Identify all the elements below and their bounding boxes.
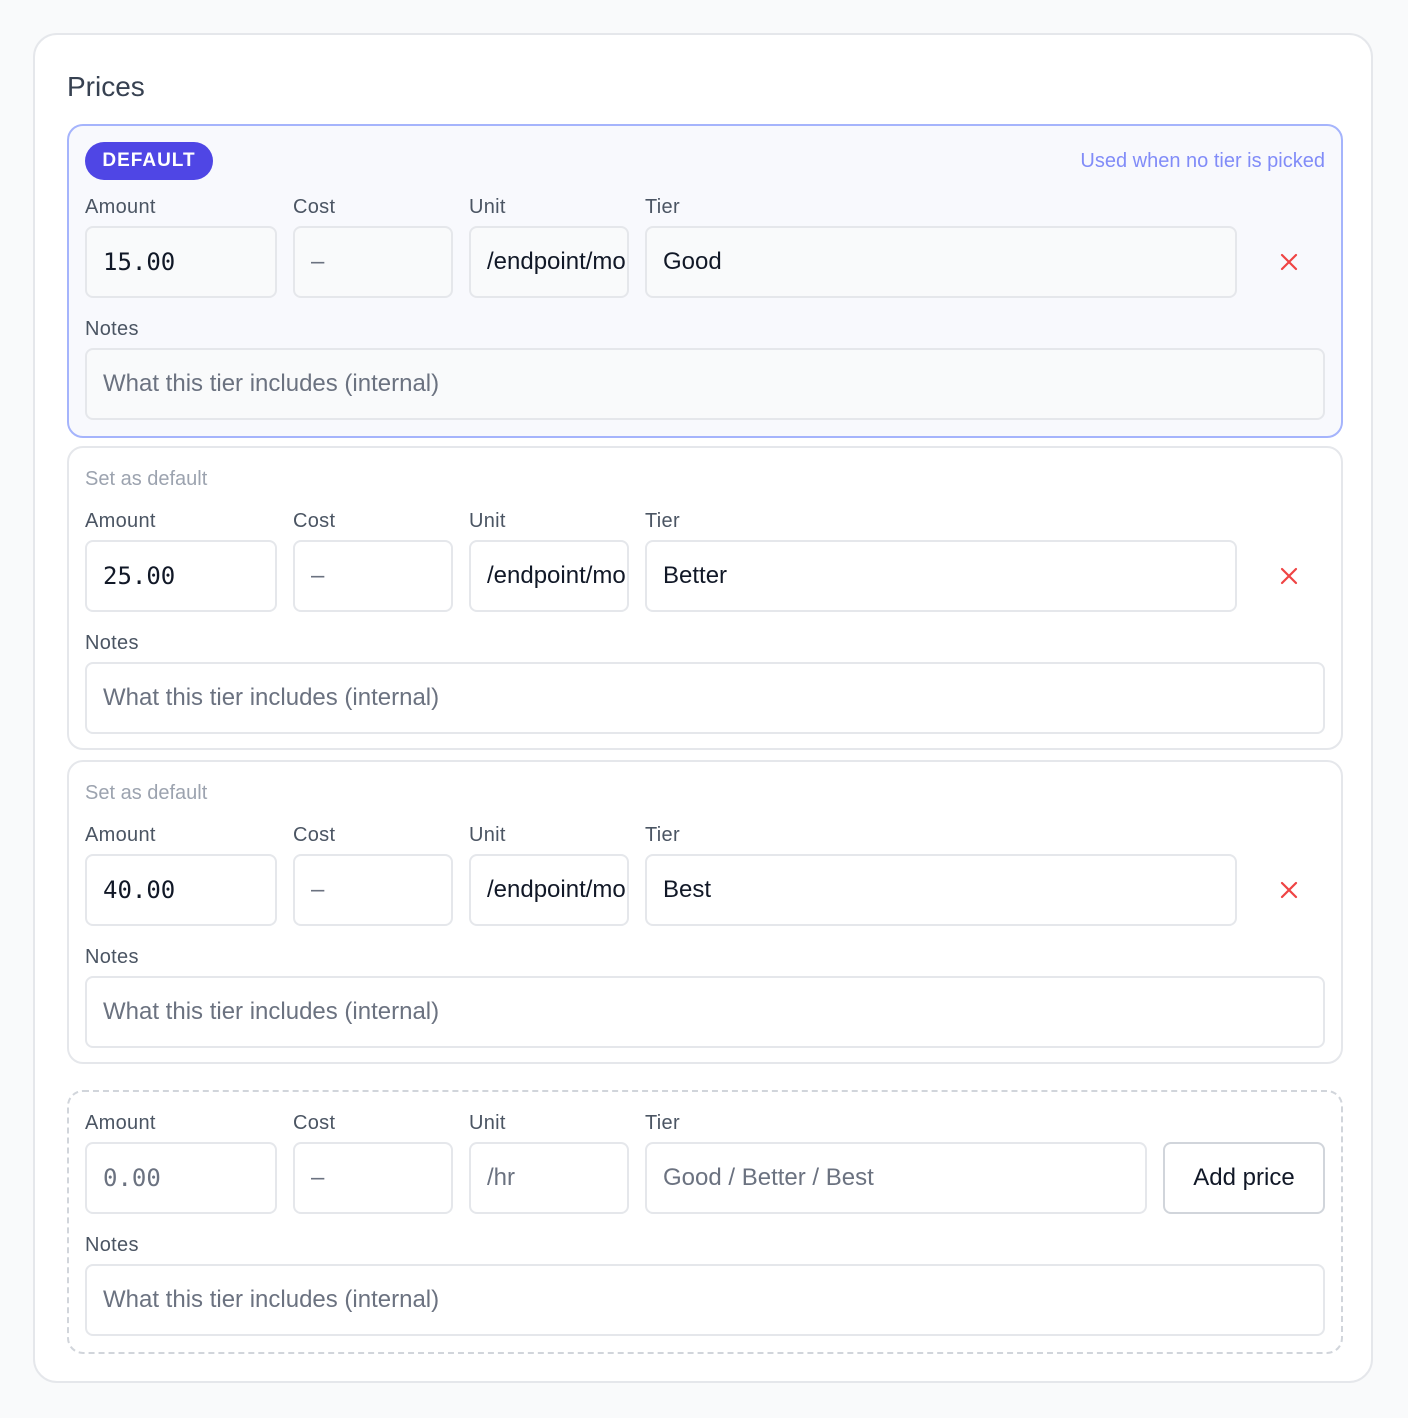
amount-input[interactable]: 25.00 — [85, 540, 277, 612]
notes-input[interactable]: What this tier includes (internal) — [85, 348, 1325, 420]
default-badge: DEFAULT — [85, 142, 213, 180]
prices-panel: Prices DEFAULT Used when no tier is pick… — [33, 33, 1373, 1383]
tier-label: Tier — [645, 196, 680, 218]
unit-input[interactable]: /endpoint/mo — [469, 226, 629, 298]
cost-input[interactable]: – — [293, 540, 453, 612]
notes-label: Notes — [85, 632, 139, 654]
add-price-button[interactable]: Add price — [1163, 1142, 1325, 1214]
new-tier-input[interactable]: Good / Better / Best — [645, 1142, 1147, 1214]
notes-label: Notes — [85, 946, 139, 968]
cost-label: Cost — [293, 196, 336, 218]
default-hint: Used when no tier is picked — [1080, 150, 1325, 172]
close-icon — [1280, 881, 1298, 899]
amount-label: Amount — [85, 1112, 156, 1134]
tier-input[interactable]: Good — [645, 226, 1237, 298]
amount-label: Amount — [85, 824, 156, 846]
notes-label: Notes — [85, 318, 139, 340]
unit-label: Unit — [469, 824, 506, 846]
cost-input[interactable]: – — [293, 854, 453, 926]
amount-input[interactable]: 15.00 — [85, 226, 277, 298]
amount-label: Amount — [85, 196, 156, 218]
cost-label: Cost — [293, 824, 336, 846]
new-amount-input[interactable]: 0.00 — [85, 1142, 277, 1214]
set-default-button[interactable]: Set as default — [85, 782, 207, 805]
tier-label: Tier — [645, 824, 680, 846]
close-icon — [1280, 567, 1298, 585]
amount-input[interactable]: 40.00 — [85, 854, 277, 926]
tier-input[interactable]: Better — [645, 540, 1237, 612]
tier-input[interactable]: Best — [645, 854, 1237, 926]
new-notes-input[interactable]: What this tier includes (internal) — [85, 1264, 1325, 1336]
amount-label: Amount — [85, 510, 156, 532]
notes-input[interactable]: What this tier includes (internal) — [85, 976, 1325, 1048]
cost-input[interactable]: – — [293, 226, 453, 298]
notes-label: Notes — [85, 1234, 139, 1256]
remove-price-button[interactable] — [1269, 242, 1309, 282]
new-price-form: Amount Cost Unit Tier 0.00 – /hr Good / … — [67, 1090, 1343, 1354]
cost-label: Cost — [293, 1112, 336, 1134]
notes-input[interactable]: What this tier includes (internal) — [85, 662, 1325, 734]
unit-label: Unit — [469, 1112, 506, 1134]
unit-label: Unit — [469, 196, 506, 218]
close-icon — [1280, 253, 1298, 271]
price-card: Set as default Amount Cost Unit Tier 25.… — [67, 446, 1343, 750]
cost-label: Cost — [293, 510, 336, 532]
price-card-default: DEFAULT Used when no tier is picked Amou… — [67, 124, 1343, 438]
panel-title: Prices — [67, 71, 145, 102]
price-card: Set as default Amount Cost Unit Tier 40.… — [67, 760, 1343, 1064]
new-unit-input[interactable]: /hr — [469, 1142, 629, 1214]
new-cost-input[interactable]: – — [293, 1142, 453, 1214]
unit-input[interactable]: /endpoint/mo — [469, 854, 629, 926]
tier-label: Tier — [645, 1112, 680, 1134]
remove-price-button[interactable] — [1269, 870, 1309, 910]
remove-price-button[interactable] — [1269, 556, 1309, 596]
set-default-button[interactable]: Set as default — [85, 468, 207, 491]
unit-label: Unit — [469, 510, 506, 532]
unit-input[interactable]: /endpoint/mo — [469, 540, 629, 612]
tier-label: Tier — [645, 510, 680, 532]
